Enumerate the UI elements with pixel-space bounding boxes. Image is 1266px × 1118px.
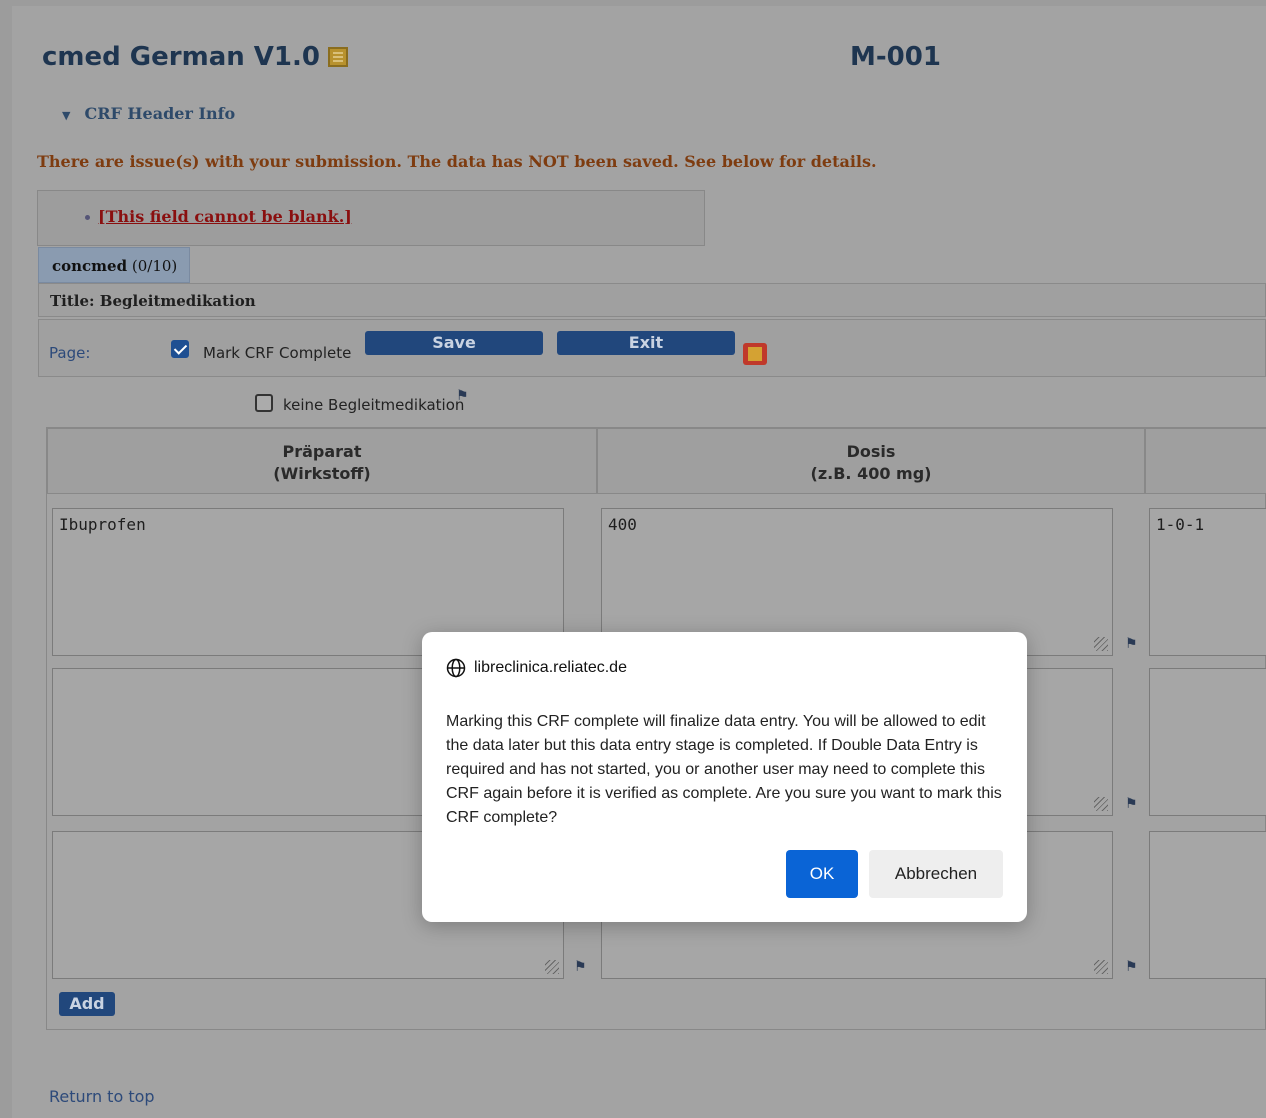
error-link[interactable]: [This field cannot be blank.]: [98, 207, 352, 226]
schema-input[interactable]: [1149, 831, 1266, 979]
resize-handle-icon[interactable]: [1094, 637, 1108, 651]
exit-crf-icon[interactable]: [743, 343, 767, 365]
crf-header-info-toggle[interactable]: ▼ CRF Header Info: [62, 104, 235, 123]
column-header-praeparat-line1: Präparat: [282, 442, 362, 461]
page-label: Page:: [49, 344, 91, 362]
resize-handle-icon[interactable]: [1094, 960, 1108, 974]
crf-notes-icon[interactable]: [327, 47, 348, 67]
column-header-praeparat-line2: (Wirkstoff): [273, 464, 371, 483]
resize-handle-icon[interactable]: [1094, 797, 1108, 811]
column-header-dosis-line1: Dosis: [846, 442, 896, 461]
save-button[interactable]: Save: [365, 331, 543, 355]
flag-icon[interactable]: ⚑: [1125, 636, 1138, 652]
crf-data-entry-page: cmed German V1.0 M-001 ▼ CRF Header Info …: [12, 6, 1266, 1118]
no-concmed-checkbox[interactable]: [255, 394, 273, 412]
schema-input[interactable]: 1-0-1: [1149, 508, 1266, 656]
flag-icon[interactable]: ⚑: [574, 959, 587, 975]
add-row-button[interactable]: Add: [59, 992, 115, 1016]
bullet-icon: [85, 215, 90, 220]
column-header-praeparat: Präparat (Wirkstoff): [47, 428, 597, 494]
return-to-top-link[interactable]: Return to top: [49, 1087, 155, 1106]
dialog-site-text: libreclinica.reliatec.de: [474, 659, 627, 676]
column-header-schema: [1145, 428, 1266, 494]
tab-concmed-count: (0/10): [131, 257, 178, 275]
flag-icon[interactable]: ⚑: [1125, 796, 1138, 812]
globe-icon: [446, 658, 466, 678]
triangle-down-icon: ▼: [62, 109, 71, 122]
tab-concmed[interactable]: concmed (0/10): [38, 247, 190, 283]
mark-crf-complete-label: Mark CRF Complete: [203, 344, 352, 362]
column-header-dosis-line2: (z.B. 400 mg): [810, 464, 932, 483]
column-header-dosis: Dosis (z.B. 400 mg): [597, 428, 1145, 494]
dialog-message: Marking this CRF complete will finalize …: [446, 713, 1002, 826]
resize-handle-icon[interactable]: [545, 960, 559, 974]
crf-toolbar: Page: Mark CRF Complete Save Exit: [38, 319, 1266, 377]
schema-input[interactable]: [1149, 668, 1266, 816]
tab-concmed-name: concmed: [52, 257, 128, 275]
crf-header-info-label: CRF Header Info: [84, 104, 236, 123]
flag-icon[interactable]: ⚑: [456, 388, 469, 404]
crf-title-text: cmed German V1.0: [42, 42, 320, 72]
section-title: Title: Begleitmedikation: [38, 283, 1266, 317]
ok-button[interactable]: OK: [786, 850, 858, 898]
dialog-origin: libreclinica.reliatec.de: [446, 658, 627, 678]
flag-icon[interactable]: ⚑: [1125, 959, 1138, 975]
crf-title: cmed German V1.0: [42, 42, 348, 72]
cancel-button[interactable]: Abbrechen: [869, 850, 1003, 898]
no-concmed-label: keine Begleitmedikation: [283, 396, 465, 414]
submission-warning: There are issue(s) with your submission.…: [37, 152, 877, 171]
dosis-value: 400: [608, 515, 637, 534]
mark-crf-complete-checkbox[interactable]: [171, 340, 189, 358]
error-box: [This field cannot be blank.]: [37, 190, 705, 246]
schema-value: 1-0-1: [1156, 515, 1205, 534]
exit-button[interactable]: Exit: [557, 331, 735, 355]
praeparat-value: Ibuprofen: [59, 515, 146, 534]
subject-id: M-001: [850, 42, 941, 72]
confirm-dialog: libreclinica.reliatec.de Marking this CR…: [422, 632, 1027, 922]
